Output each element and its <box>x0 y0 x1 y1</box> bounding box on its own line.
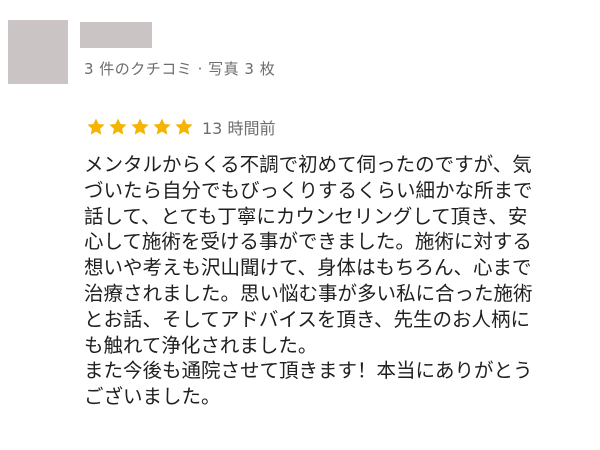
review-line: また今後も通院させて頂きます！本当にありがとう <box>84 359 533 383</box>
star-icon <box>87 118 105 135</box>
star-icon <box>175 118 193 135</box>
review-line: も触れて浄化されました。 <box>84 333 318 357</box>
reviewer-name-redacted[interactable] <box>80 22 152 48</box>
review-card: 3 件のクチコミ · 写真 3 枚 13 時間前 メンタルからくる不調で初めて伺… <box>0 0 600 450</box>
star-rating <box>86 117 196 137</box>
review-line: ございました。 <box>84 385 221 409</box>
avatar[interactable] <box>8 20 68 84</box>
review-line: メンタルからくる不調で初めて伺ったのですが、気 <box>84 153 532 176</box>
review-line: とお話、そしてアドバイスを頂き、先生のお人柄に <box>84 307 530 331</box>
star-icon <box>153 118 171 135</box>
review-line: 話して、とても丁寧にカウンセリングして頂き、安 <box>84 204 528 228</box>
review-line: 心して施術を受ける事ができました。施術に対する <box>84 230 532 254</box>
star-icon <box>109 118 127 135</box>
rating-row: 13 時間前 <box>86 114 275 140</box>
review-text: メンタルからくる不調で初めて伺ったのですが、気 づいたら自分でもびっくりするくら… <box>84 152 584 410</box>
star-icon <box>131 118 149 135</box>
review-line: 治療されました。思い悩む事が多い私に合った施術 <box>84 281 533 305</box>
review-line: づいたら自分でもびっくりするくらい細かな所まで <box>84 178 533 202</box>
review-time: 13 時間前 <box>202 119 276 138</box>
review-line: 想いや考えも沢山聞けて、身体はもちろん、心まで <box>84 256 532 280</box>
reviewer-meta: 3 件のクチコミ · 写真 3 枚 <box>84 60 276 78</box>
